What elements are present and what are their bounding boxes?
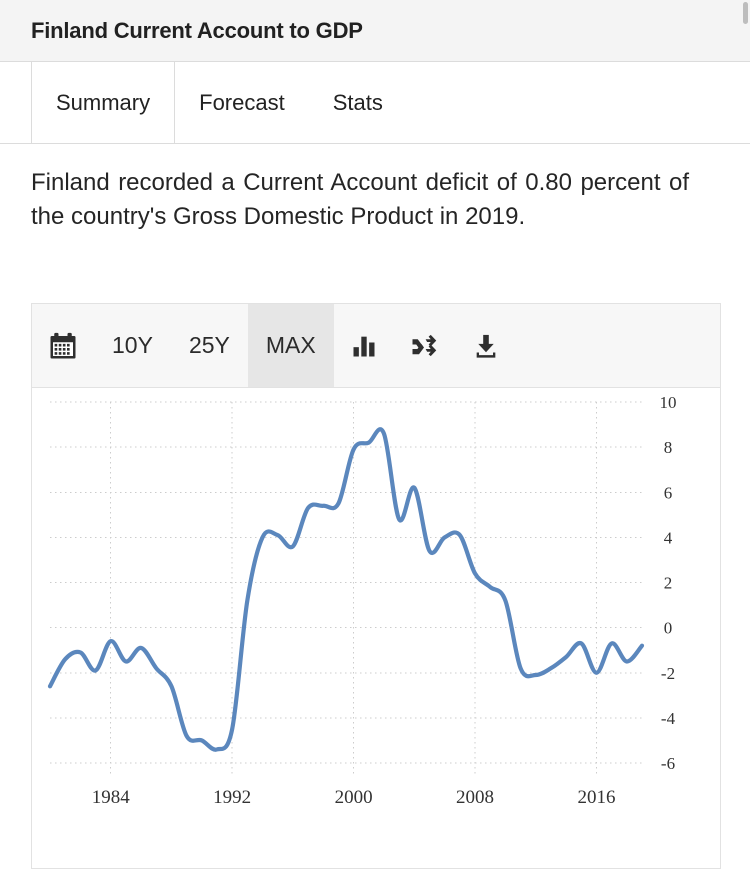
tab-stats-label: Stats xyxy=(332,89,383,115)
tab-forecast-label: Forecast xyxy=(199,89,285,115)
scrollbar[interactable] xyxy=(742,0,748,62)
calendar-icon[interactable] xyxy=(32,304,94,387)
chart-card: 10Y 25Y MAX 10 8 6 4 2 0 -2 -4 -6 1984 1… xyxy=(31,303,721,869)
y-axis-tick-label: 6 xyxy=(664,483,673,502)
shuffle-icon[interactable] xyxy=(394,304,456,387)
y-axis-tick-label: -2 xyxy=(661,664,675,683)
y-axis-tick-label: 2 xyxy=(664,574,673,593)
range-max-label: MAX xyxy=(265,332,316,358)
y-axis-tick-label: 8 xyxy=(664,438,673,457)
tab-summary-label: Summary xyxy=(56,89,151,115)
tab-stats[interactable]: Stats xyxy=(308,62,407,143)
x-axis-tick-label: 2008 xyxy=(456,787,494,808)
y-axis-tick-label: -6 xyxy=(661,754,675,773)
y-axis-tick-label: -4 xyxy=(661,709,676,728)
y-axis-tick-label: 4 xyxy=(664,528,673,547)
tab-summary[interactable]: Summary xyxy=(31,62,176,143)
scrollbar-thumb[interactable] xyxy=(743,2,748,24)
x-axis-tick-label: 2016 xyxy=(577,787,615,808)
y-axis-tick-label: 10 xyxy=(660,393,677,412)
line-chart: 10 8 6 4 2 0 -2 -4 -6 1984 1992 2000 2008 2016 xyxy=(47,393,677,808)
y-axis-tick-label: 0 xyxy=(664,619,673,638)
page-root: Finland Current Account to GDP Summary F… xyxy=(0,0,750,869)
page-header: Finland Current Account to GDP xyxy=(0,0,750,62)
range-25y-label: 25Y xyxy=(188,332,230,358)
chart-toolbar: 10Y 25Y MAX xyxy=(32,304,720,388)
bar-chart-icon[interactable] xyxy=(334,304,394,387)
page-title: Finland Current Account to GDP xyxy=(31,17,363,43)
tab-bar: Summary Forecast Stats xyxy=(0,62,750,144)
range-10y-label: 10Y xyxy=(112,332,153,358)
description-text: Finland recorded a Current Account defic… xyxy=(31,169,689,231)
chart-series-line xyxy=(47,427,645,752)
range-25y-button[interactable]: 25Y xyxy=(171,304,248,387)
x-axis-tick-label: 2000 xyxy=(335,787,373,808)
download-icon[interactable] xyxy=(456,304,516,387)
x-axis-tick-label: 1984 xyxy=(92,787,131,808)
tab-forecast[interactable]: Forecast xyxy=(175,62,309,143)
chart-plot-area[interactable]: 10 8 6 4 2 0 -2 -4 -6 1984 1992 2000 2008 2016 xyxy=(32,388,720,868)
x-axis-tick-label: 1992 xyxy=(213,787,251,808)
range-10y-button[interactable]: 10Y xyxy=(94,304,171,387)
range-max-button[interactable]: MAX xyxy=(247,304,334,387)
